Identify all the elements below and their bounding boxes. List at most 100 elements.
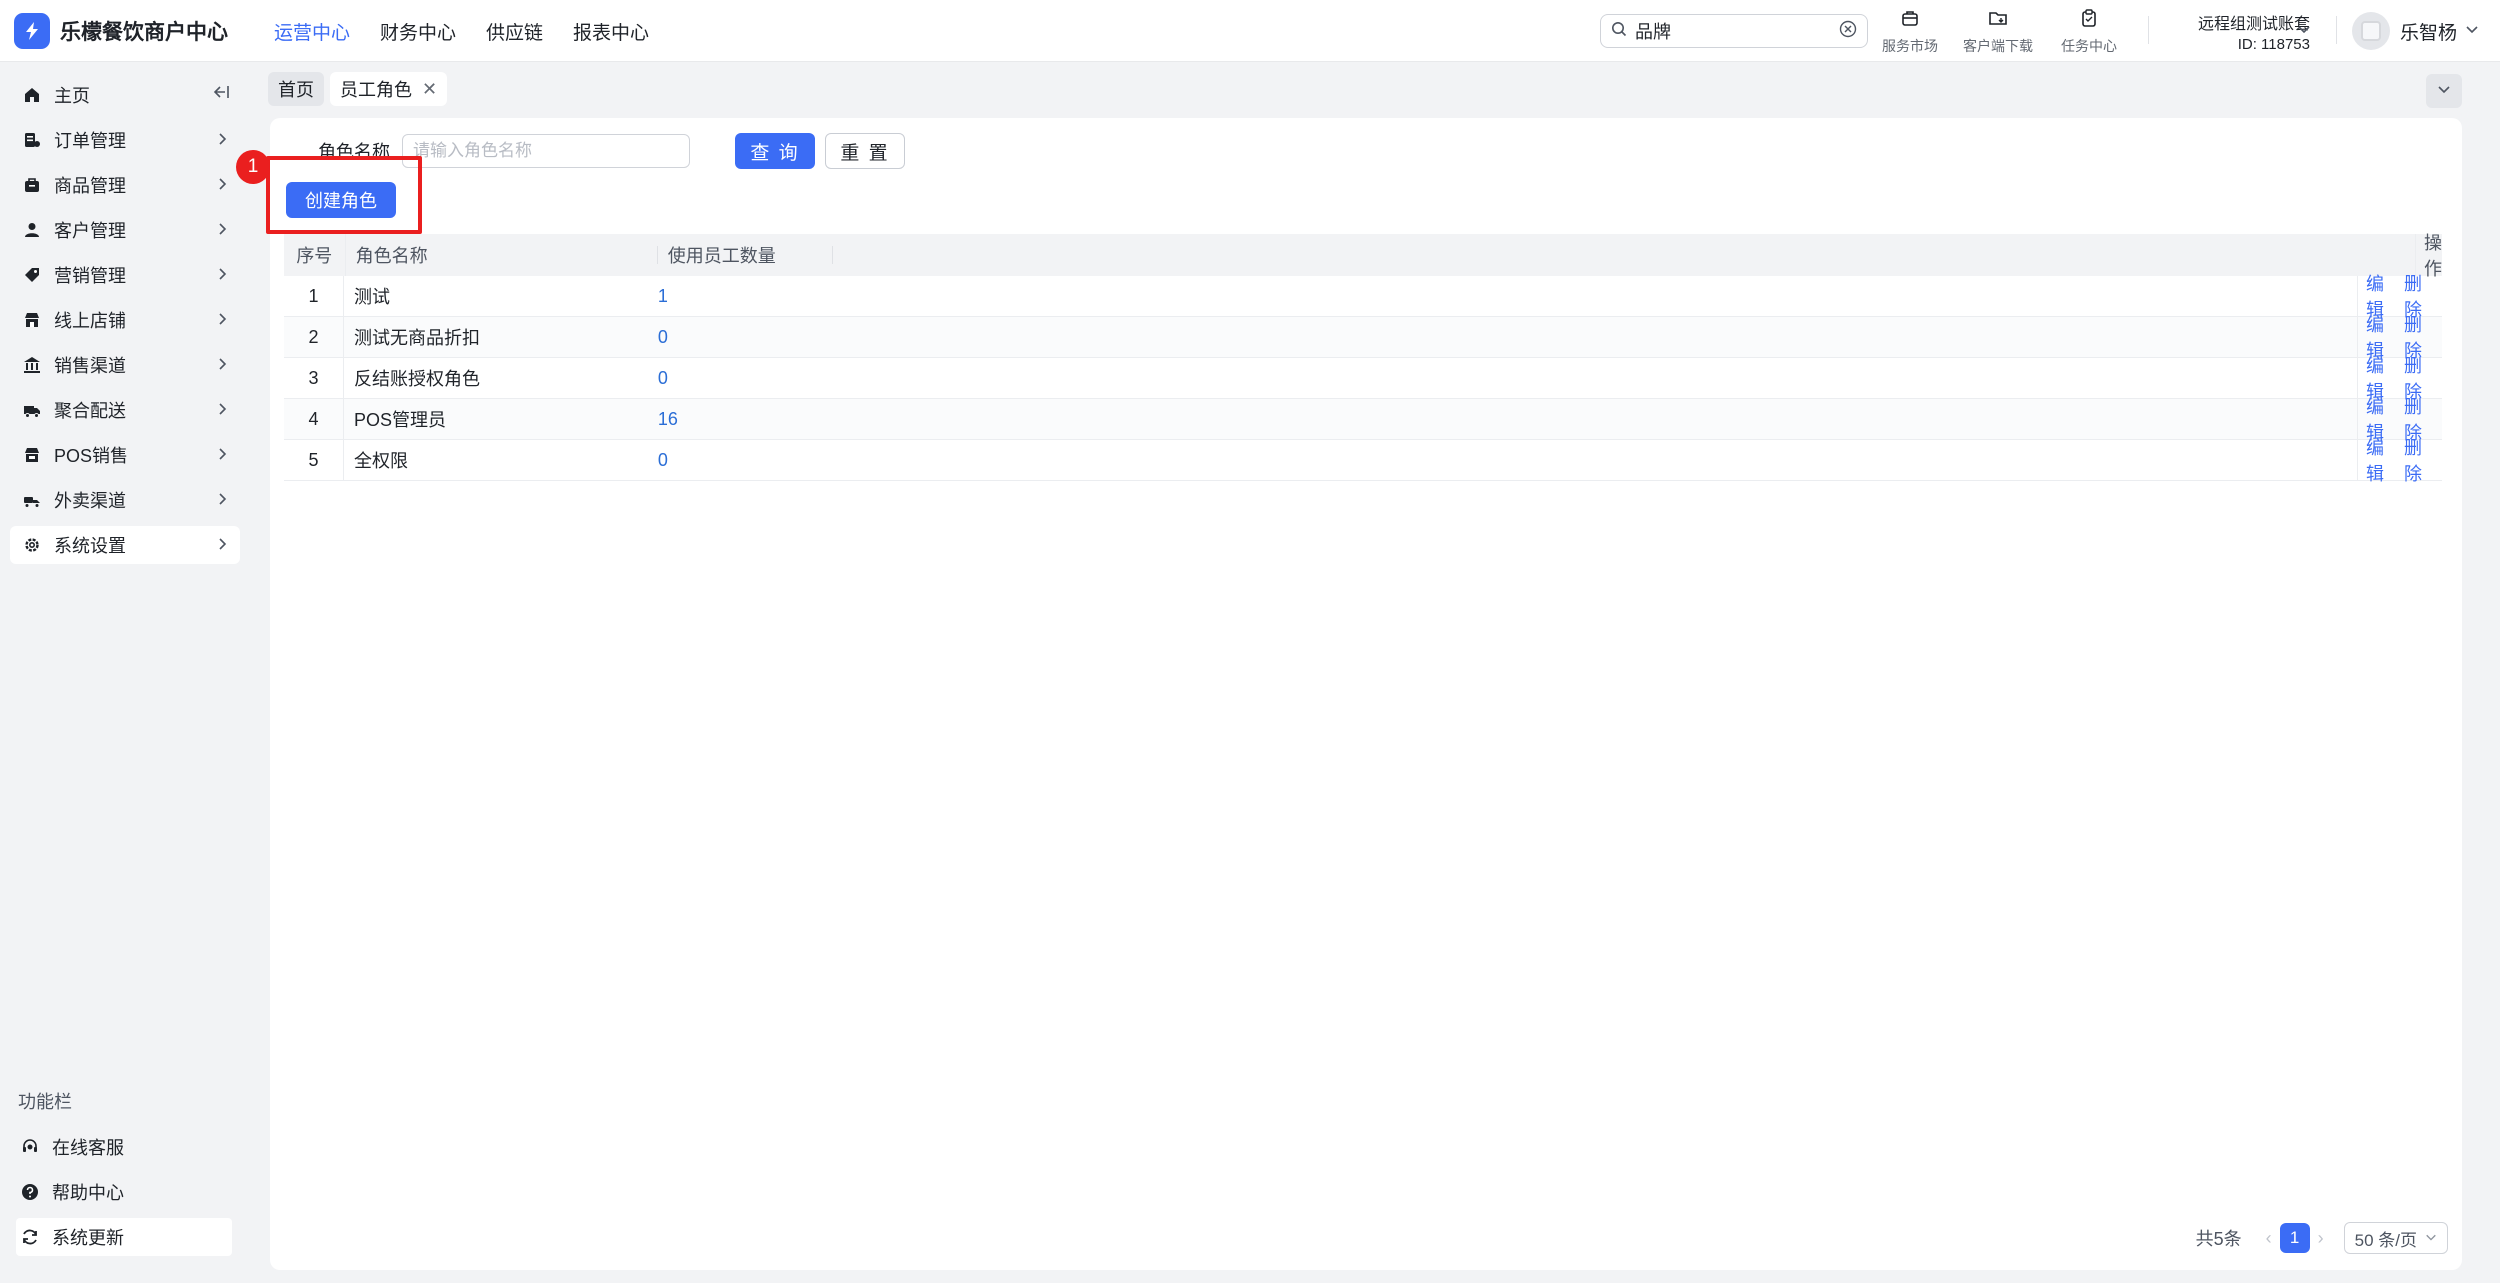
query-button[interactable]: 查 询 — [735, 133, 815, 169]
chevron-right-icon — [216, 177, 228, 196]
folder-download-icon — [1988, 8, 2008, 33]
row-role-name: POS管理员 — [353, 410, 446, 430]
role-name-input[interactable] — [402, 134, 690, 168]
table-row: 5 全权限 0 编辑 删除 — [284, 438, 2442, 484]
row-index: 5 — [284, 440, 344, 480]
sidebar-item-home[interactable]: 主页 — [10, 76, 240, 114]
func-item-help-center[interactable]: 帮助中心 — [16, 1173, 232, 1211]
sidebar-item-label: 主页 — [54, 86, 90, 106]
role-name-filter-label: 角色名称 — [318, 142, 390, 162]
service-market-button[interactable]: 服务市场 — [1882, 8, 1938, 56]
sidebar-item-sales-channel[interactable]: 销售渠道 — [10, 346, 240, 384]
task-center-button[interactable]: 任务中心 — [2061, 8, 2117, 56]
sidebar-item-pos-sales[interactable]: POS销售 — [10, 436, 240, 474]
pagination-page-current[interactable]: 1 — [2279, 1223, 2310, 1253]
row-staff-count[interactable]: 1 — [650, 286, 668, 307]
sidebar-item-orders[interactable]: 订单管理 — [10, 121, 240, 159]
row-staff-count[interactable]: 0 — [650, 327, 668, 348]
row-index: 4 — [284, 399, 344, 439]
bank-icon — [22, 355, 42, 375]
chevron-right-icon — [216, 267, 228, 286]
func-item-system-update[interactable]: 系统更新 — [16, 1218, 232, 1256]
clipboard-icon — [2079, 8, 2099, 33]
row-role-name: 反结账授权角色 — [353, 369, 480, 389]
sidebar-item-takeout[interactable]: 外卖渠道 — [10, 481, 240, 519]
func-item-label: 系统更新 — [52, 1228, 124, 1248]
chevron-right-icon[interactable]: › — [2318, 1228, 2324, 1249]
func-item-online-service[interactable]: 在线客服 — [16, 1128, 232, 1166]
row-staff-count[interactable]: 0 — [650, 368, 668, 389]
service-market-label: 服务市场 — [1882, 38, 1938, 54]
table-row: 4 POS管理员 16 编辑 删除 — [284, 397, 2442, 443]
header-role-name: 角色名称 — [346, 246, 658, 266]
function-bar-title: 功能栏 — [18, 1092, 72, 1112]
clear-search-icon[interactable] — [1839, 20, 1857, 43]
sidebar-item-online-store[interactable]: 线上店铺 — [10, 301, 240, 339]
header-staff-count-label: 使用员工数量 — [667, 246, 776, 266]
sidebar-item-products[interactable]: 商品管理 — [10, 166, 240, 204]
close-icon[interactable]: ✕ — [422, 79, 437, 100]
account-id: ID: 118753 — [2237, 36, 2310, 53]
avatar — [2352, 12, 2390, 50]
chevron-down-icon — [2437, 82, 2451, 101]
tab-bar: 首页 员工角色 ✕ — [268, 72, 453, 106]
page-size-value: 50 条/页 — [2354, 1230, 2417, 1250]
chevron-down-icon[interactable] — [2297, 22, 2311, 41]
topnav-supply-chain[interactable]: 供应链 — [486, 18, 543, 45]
row-staff-count[interactable]: 0 — [650, 450, 668, 471]
top-nav: 运营中心 财务中心 供应链 报表中心 — [274, 0, 679, 62]
sidebar-item-label: 销售渠道 — [54, 356, 126, 376]
sidebar-item-delivery[interactable]: 聚合配送 — [10, 391, 240, 429]
chevron-left-icon[interactable]: ‹ — [2266, 1228, 2272, 1249]
create-role-button[interactable]: 创建角色 — [286, 182, 396, 218]
main-panel: 角色名称 查 询 重 置 创建角色 1 序号 角色名称 使用员工数量 操作 1 … — [236, 118, 2462, 1270]
home-icon — [22, 85, 42, 105]
chevron-down-icon — [2425, 1228, 2437, 1248]
row-role-name: 测试无商品折扣 — [353, 328, 480, 348]
app-logo[interactable]: 乐檬餐饮商户中心 — [14, 13, 228, 49]
table-header: 序号 角色名称 使用员工数量 操作 — [284, 233, 2442, 279]
tag-icon — [22, 265, 42, 285]
sidebar-item-marketing[interactable]: 营销管理 — [10, 256, 240, 294]
product-icon — [22, 175, 42, 195]
chevron-right-icon — [216, 447, 228, 466]
roles-table: 序号 角色名称 使用员工数量 操作 1 测试 1 编辑 删除 2 测试无商品折扣… — [284, 233, 2442, 484]
sidebar: 主页 订单管理 商品管理 客户管理 营销管理 线上店铺 销售渠道 聚合配送 PO… — [0, 62, 250, 1283]
topnav-finance[interactable]: 财务中心 — [380, 18, 456, 45]
topnav-operations[interactable]: 运营中心 — [274, 18, 350, 45]
sidebar-item-label: 客户管理 — [54, 221, 126, 241]
client-download-button[interactable]: 客户端下载 — [1963, 8, 2033, 56]
sidebar-item-system-settings[interactable]: 系统设置 — [10, 526, 240, 564]
func-item-label: 帮助中心 — [52, 1183, 124, 1203]
topnav-reports[interactable]: 报表中心 — [573, 18, 649, 45]
tab-home[interactable]: 首页 — [268, 72, 324, 106]
header-index: 序号 — [284, 234, 346, 276]
tab-staff-roles[interactable]: 员工角色 ✕ — [330, 72, 448, 106]
edit-link[interactable]: 编辑 — [2366, 434, 2384, 486]
pagination: 共5条 ‹ 1 › 50 条/页 — [2196, 1222, 2448, 1254]
account-switcher[interactable]: 远程组测试账套 ID: 118753 — [2178, 10, 2310, 53]
task-center-label: 任务中心 — [2061, 38, 2117, 54]
sidebar-item-label: 商品管理 — [54, 176, 126, 196]
chevron-right-icon — [216, 357, 228, 376]
sidebar-item-label: 线上店铺 — [54, 311, 126, 331]
reset-button[interactable]: 重 置 — [825, 133, 905, 169]
delete-link[interactable]: 删除 — [2404, 434, 2422, 486]
gear-icon — [22, 535, 42, 555]
row-staff-count[interactable]: 16 — [650, 409, 678, 430]
user-name: 乐智杨 — [2400, 22, 2458, 44]
tabs-dropdown-button[interactable] — [2426, 74, 2462, 108]
chevron-right-icon — [216, 492, 228, 511]
help-icon — [20, 1182, 40, 1202]
search-input[interactable] — [1635, 20, 1839, 42]
page-size-select[interactable]: 50 条/页 — [2343, 1222, 2448, 1254]
chevron-right-icon — [216, 537, 228, 556]
sidebar-item-customers[interactable]: 客户管理 — [10, 211, 240, 249]
top-bar: 乐檬餐饮商户中心 运营中心 财务中心 供应链 报表中心 服务市场 客户端下载 任… — [0, 0, 2500, 62]
shop-bag-icon — [1900, 8, 1920, 33]
sidebar-item-label: POS销售 — [54, 446, 129, 466]
chevron-down-icon — [2465, 22, 2479, 41]
sidebar-item-label: 系统设置 — [54, 536, 126, 556]
tab-label: 员工角色 — [340, 80, 412, 100]
user-menu[interactable]: 乐智杨 — [2352, 12, 2479, 50]
